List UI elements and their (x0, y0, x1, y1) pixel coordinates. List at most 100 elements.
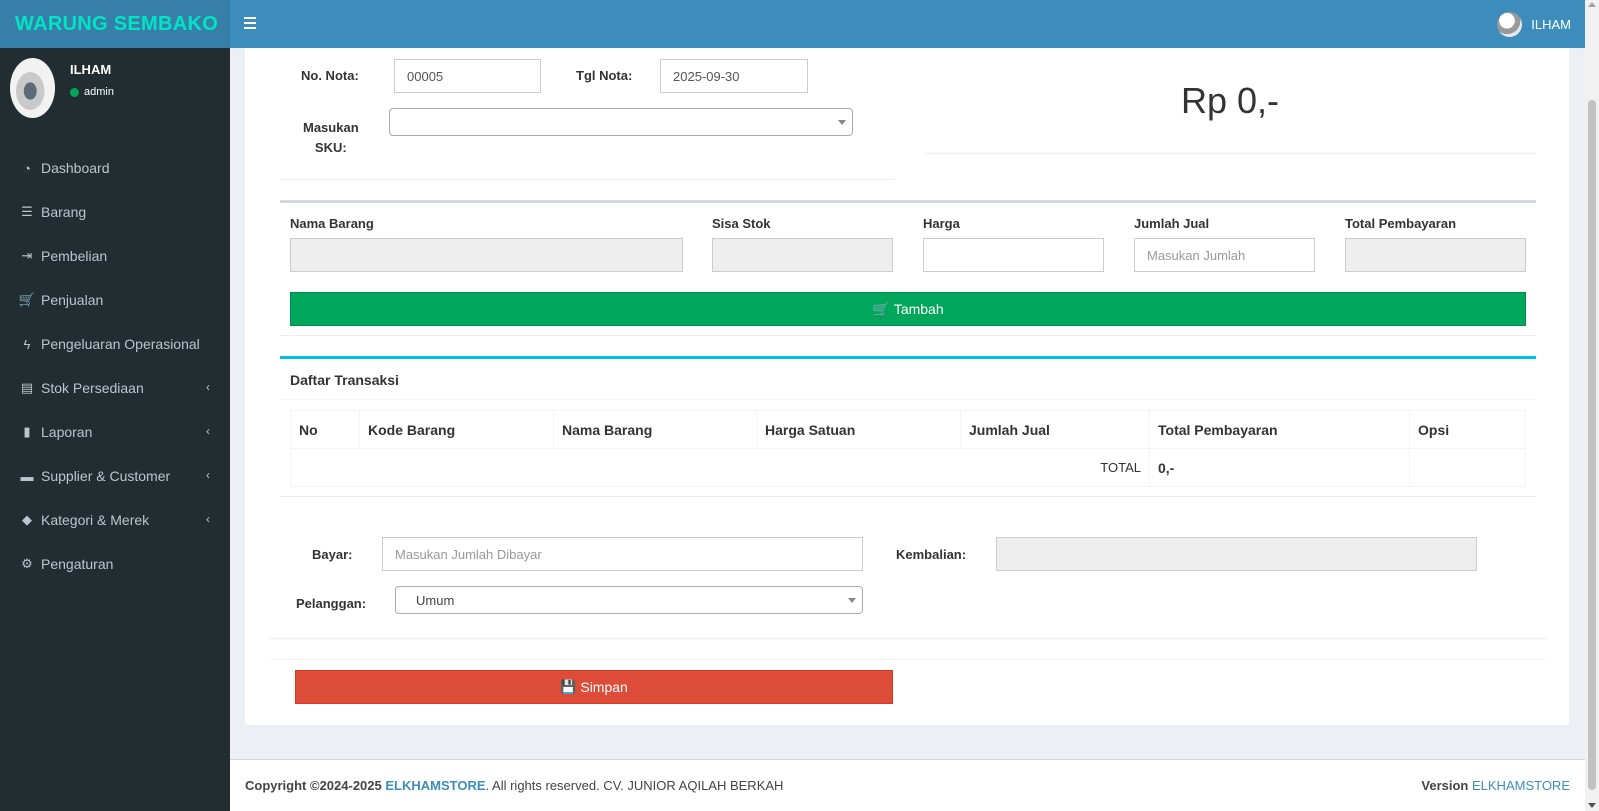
sku-label: Masukan SKU: (303, 120, 359, 155)
harga-label: Harga (923, 216, 960, 231)
sisa-stok-label: Sisa Stok (712, 216, 771, 231)
sidebar-item-label: Barang (41, 204, 87, 220)
sidebar-menu: ◔ Dashboard ☰ Barang ⇥ Pembelian 🛒 Penjualan ϟ Pe… (0, 146, 230, 586)
sidebar-item-label: Kategori & Merek (41, 512, 150, 528)
sidebar-item-dashboard[interactable]: ◔ Dashboard (0, 146, 230, 190)
chevron-left-icon: ‹ (206, 512, 210, 526)
inbox-icon: ▤ (20, 380, 34, 395)
user-role: admin (84, 86, 114, 98)
sidebar-item-supplier-customer[interactable]: ▬ Supplier & Customer ‹ (0, 454, 230, 498)
chevron-left-icon: ‹ (206, 424, 210, 438)
table-header-row: No Kode Barang Nama Barang Harga Satuan Juml… (290, 410, 1526, 449)
footer-brand-link[interactable]: ELKHAMSTORE (385, 778, 485, 793)
sidebar-item-pembelian[interactable]: ⇥ Pembelian (0, 234, 230, 278)
footer-copyright: Copyright ©2024-2025 ELKHAMSTORE. All ri… (245, 778, 784, 793)
scroll-thumb[interactable] (1588, 100, 1596, 790)
page-scrollbar[interactable] (1585, 0, 1599, 811)
transaction-title: Daftar Transaksi (290, 372, 399, 388)
column-header: Opsi (1409, 410, 1526, 449)
chevron-down-icon (838, 120, 846, 125)
sidebar-item-label: Pembelian (41, 248, 108, 264)
column-header: Harga Satuan (756, 410, 961, 449)
column-header: No (290, 410, 360, 449)
nama-barang-label: Nama Barang (290, 216, 374, 231)
sidebar-item-label: Pengeluaran Operasional (41, 336, 200, 352)
tgl-nota-label: Tgl Nota: (576, 68, 633, 83)
sidebar-item-penjualan[interactable]: 🛒 Penjualan (0, 278, 230, 322)
gear-icon: ⚙ (21, 556, 33, 571)
building-icon: ▬ (20, 468, 34, 484)
sidebar-item-pengaturan[interactable]: ⚙ Pengaturan (0, 542, 230, 586)
sidebar-item-kategori-merek[interactable]: ◆ Kategori & Merek ‹ (0, 498, 230, 542)
save-button[interactable]: 💾 Simpan (295, 670, 893, 704)
grand-total-display: Rp 0,- (924, 48, 1536, 154)
scroll-up-icon[interactable] (1588, 2, 1596, 7)
cart-icon: 🛒 (18, 292, 36, 307)
user-status: admin (70, 86, 114, 98)
user-panel: ILHAM admin (10, 58, 220, 118)
divider (280, 179, 894, 180)
sidebar-item-label: Laporan (41, 424, 93, 440)
jumlah-jual-input[interactable]: Masukan Jumlah (1134, 238, 1315, 272)
chevron-down-icon (848, 598, 856, 603)
tag-icon: ◆ (22, 512, 32, 527)
sidebar-item-pengeluaran-operasional[interactable]: ϟ Pengeluaran Operasional (0, 322, 230, 366)
sidebar-item-label: Pengaturan (41, 556, 114, 572)
cart-icon: 🛒 (872, 300, 890, 317)
sidebar-item-label: Stok Persediaan (41, 380, 144, 396)
divider (280, 399, 1536, 400)
pelanggan-select[interactable]: Umum (395, 586, 863, 614)
sidebar-item-label: Penjualan (41, 292, 104, 308)
bar-chart-icon: ▮ (23, 424, 31, 439)
user-panel-name: ILHAM (70, 62, 112, 77)
total-opsi-cell (1409, 448, 1526, 487)
footer-version-link[interactable]: ELKHAMSTORE (1472, 778, 1570, 793)
sign-in-icon: ⇥ (21, 248, 33, 263)
bayar-input[interactable]: Masukan Jumlah Dibayar (382, 537, 863, 571)
avatar (1497, 11, 1523, 37)
user-menu-name: ILHAM (1531, 16, 1571, 32)
chevron-left-icon: ‹ (206, 380, 210, 394)
sidebar: ILHAM admin ◔ Dashboard ☰ Barang ⇥ Pembelian 🛒… (0, 48, 230, 811)
sidebar-item-stok-persediaan[interactable]: ▤ Stok Persediaan ‹ (0, 366, 230, 410)
kembalian-label: Kembalian: (896, 547, 967, 562)
tgl-nota-input[interactable]: 2025-09-30 (660, 59, 808, 93)
sidebar-item-laporan[interactable]: ▮ Laporan ‹ (0, 410, 230, 454)
column-header: Kode Barang (359, 410, 554, 449)
jumlah-jual-label: Jumlah Jual (1134, 216, 1210, 231)
sku-select[interactable] (389, 108, 853, 136)
chevron-left-icon: ‹ (206, 468, 210, 482)
total-value: 0,- (1149, 448, 1410, 487)
online-dot-icon (70, 87, 79, 97)
no-nota-input[interactable]: 00005 (394, 59, 541, 93)
dashboard-icon: ◔ (23, 160, 31, 176)
kembalian-input[interactable] (996, 537, 1477, 571)
total-pembayaran-label: Total Pembayaran (1345, 216, 1457, 231)
hamburger-icon[interactable] (240, 14, 262, 34)
column-header: Jumlah Jual (960, 410, 1150, 449)
no-nota-label: No. Nota: (301, 68, 359, 83)
divider (270, 659, 1546, 660)
footer-version: Version ELKHAMSTORE (1421, 778, 1570, 793)
top-navbar: WARUNG SEMBAKO ILHAM (0, 0, 1585, 48)
bolt-icon: ϟ (23, 336, 31, 352)
sidebar-item-barang[interactable]: ☰ Barang (0, 190, 230, 234)
column-header: Total Pembayaran (1149, 410, 1410, 449)
sisa-stok-input[interactable] (712, 238, 893, 272)
nama-barang-input[interactable] (290, 238, 683, 272)
avatar (10, 58, 55, 118)
pelanggan-label: Pelanggan: (296, 596, 367, 611)
total-label: TOTAL (290, 448, 1150, 487)
scroll-down-icon[interactable] (1588, 803, 1596, 808)
app-logo[interactable]: WARUNG SEMBAKO (0, 0, 230, 48)
add-item-button[interactable]: 🛒 Tambah (290, 292, 1526, 326)
footer: Copyright ©2024-2025 ELKHAMSTORE. All ri… (230, 759, 1585, 811)
harga-input[interactable] (923, 238, 1104, 272)
user-menu[interactable]: ILHAM (1497, 11, 1571, 37)
transaction-table: No Kode Barang Nama Barang Harga Satuan Juml… (290, 410, 1526, 487)
sidebar-item-label: Supplier & Customer (41, 468, 171, 484)
column-header: Nama Barang (553, 410, 757, 449)
total-pembayaran-input[interactable] (1345, 238, 1526, 272)
list-icon: ☰ (21, 204, 33, 219)
bayar-label: Bayar: (312, 547, 353, 562)
